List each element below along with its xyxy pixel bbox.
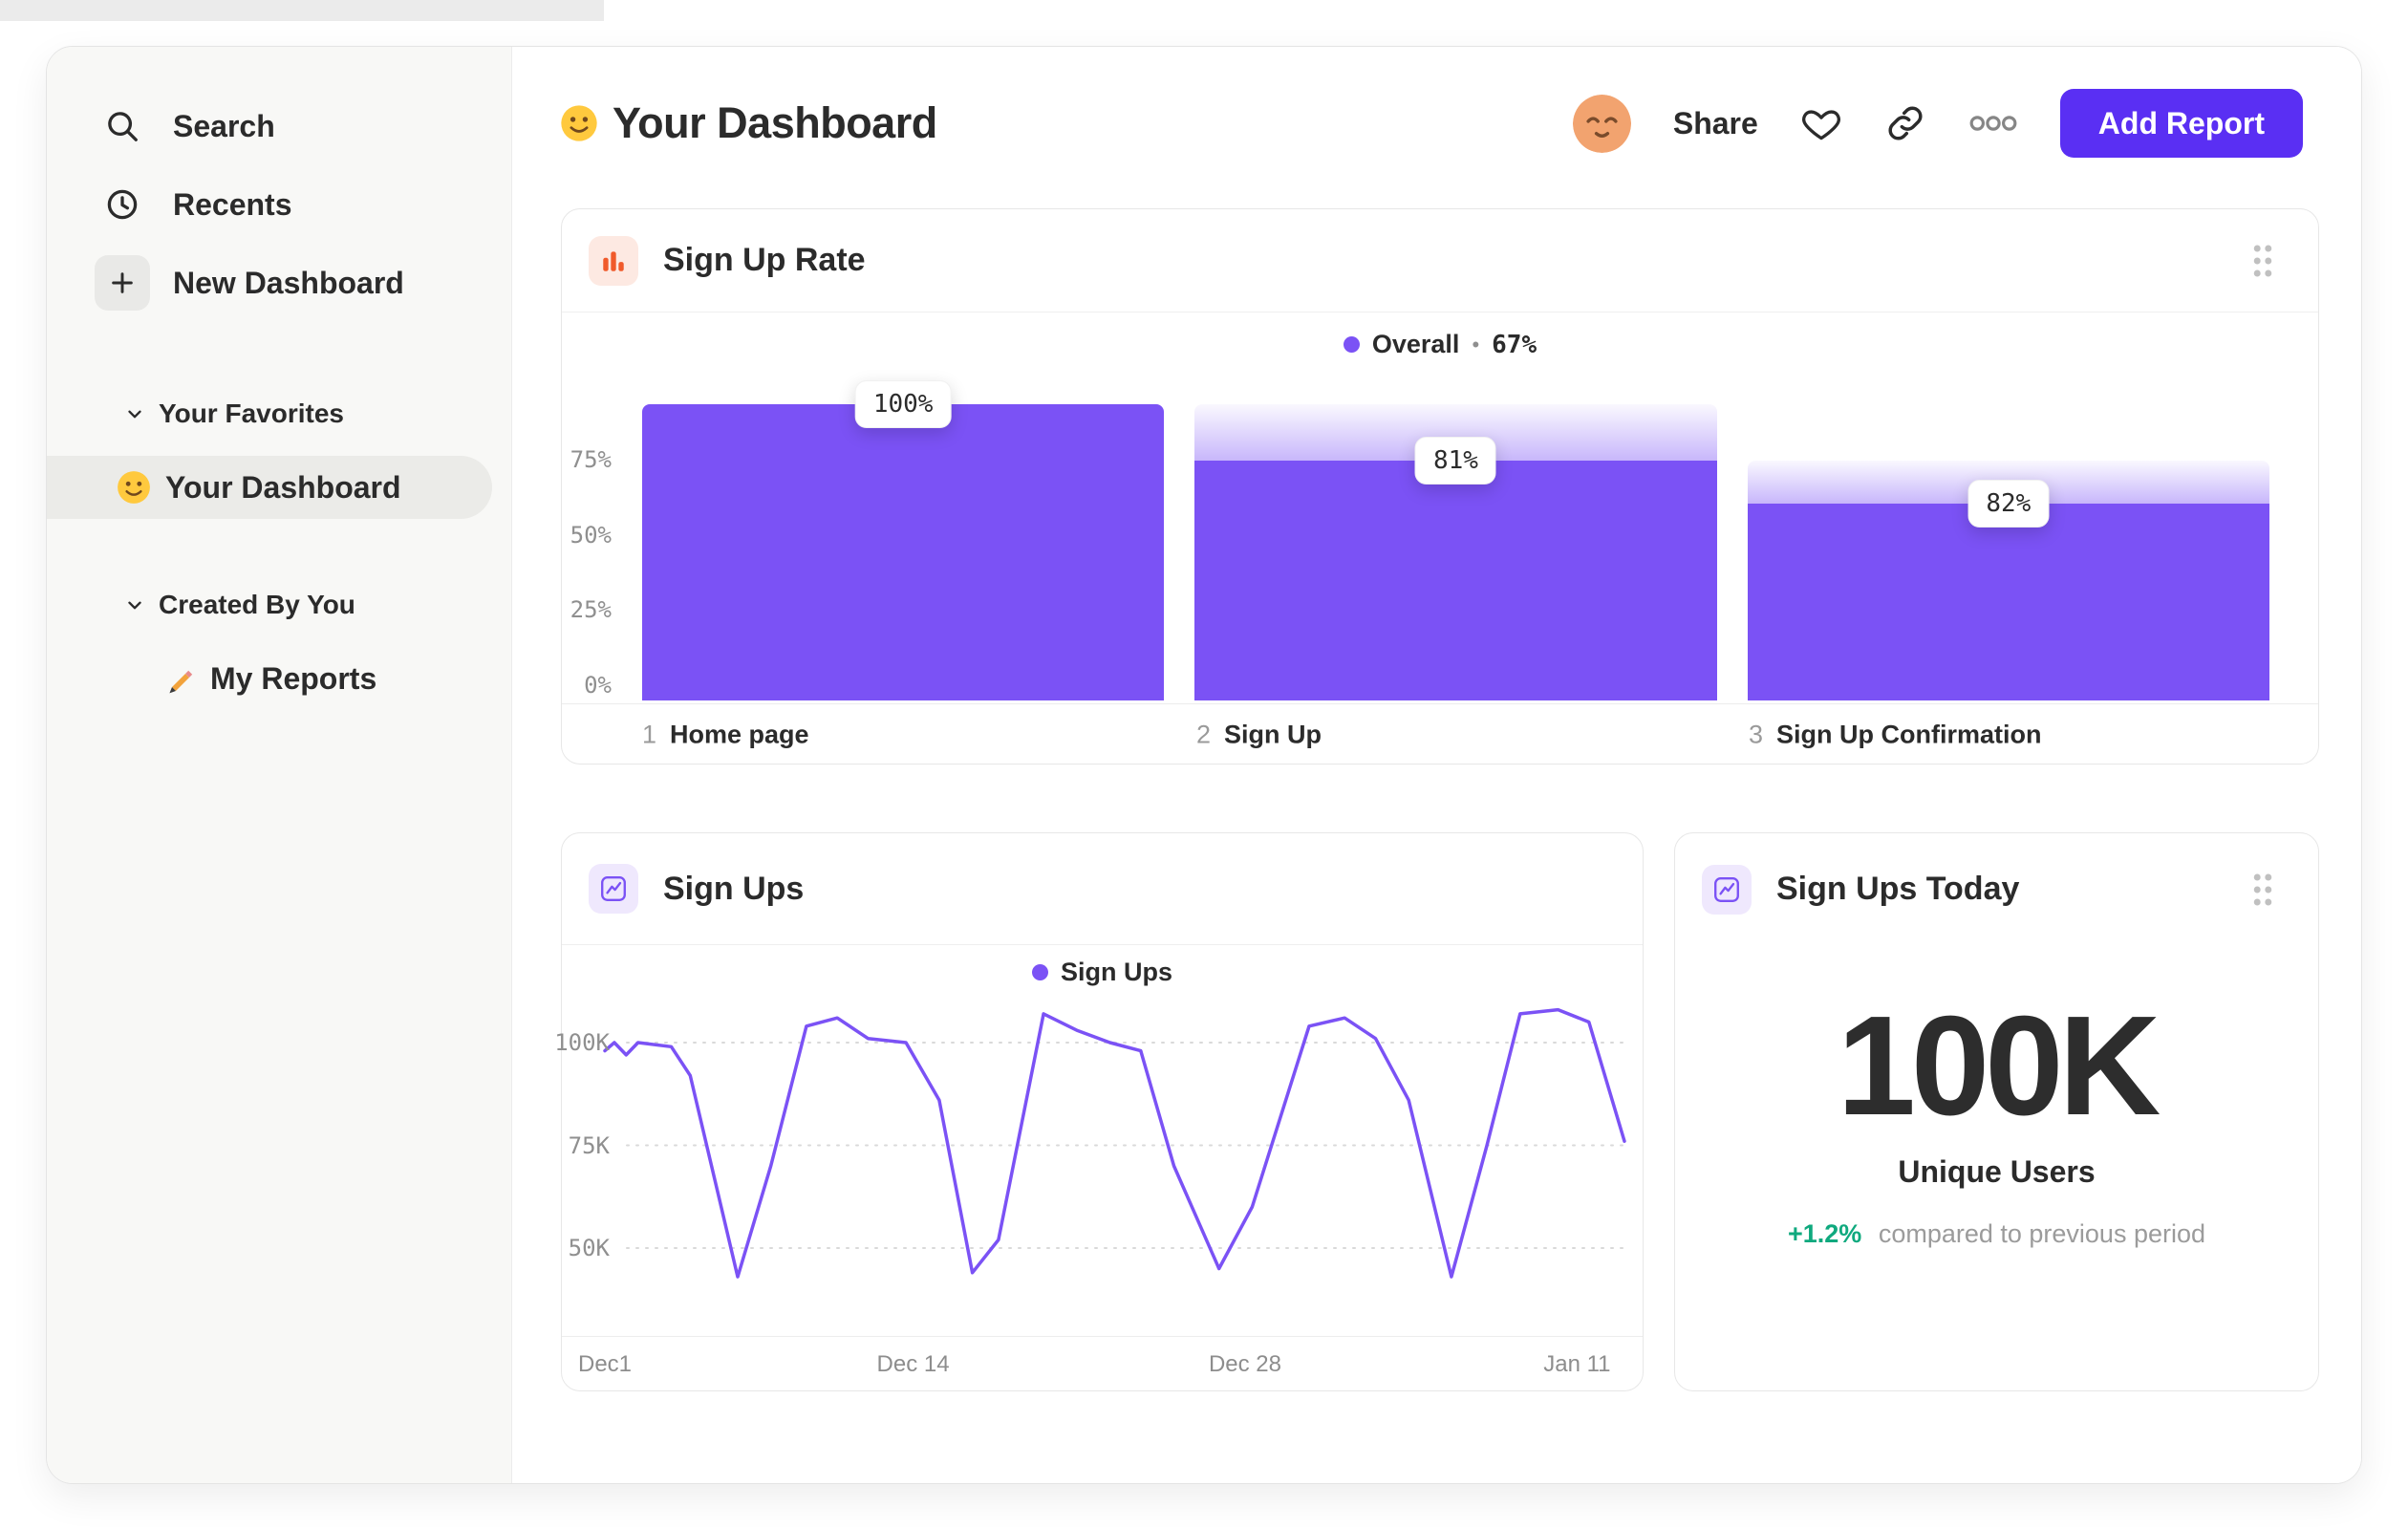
sidebar-item-my-reports[interactable]: My Reports <box>47 645 511 712</box>
legend-separator: • <box>1472 332 1480 356</box>
line-chart-plot[interactable]: 100K 75K 50K <box>554 1001 1627 1336</box>
app-window: Search Recents New Dashboard Your Favori… <box>46 46 2362 1484</box>
sidebar: Search Recents New Dashboard Your Favori… <box>47 47 512 1483</box>
more-options-button[interactable] <box>1968 114 2018 133</box>
y-axis-label: 50K <box>568 1235 610 1261</box>
signups-line-series <box>603 1007 1626 1279</box>
favorite-heart-button[interactable] <box>1800 102 1842 144</box>
line-legend: Sign Ups <box>562 945 1643 999</box>
user-avatar[interactable] <box>1572 94 1631 153</box>
sidebar-item-label: Search <box>173 108 275 143</box>
heart-icon <box>1801 110 1840 140</box>
conversion-tooltip: 81% <box>1415 436 1496 485</box>
funnel-step-label: 1 Home page <box>642 720 809 749</box>
y-axis-label: 75% <box>570 446 612 473</box>
funnel-bar-fill <box>1747 504 2269 700</box>
clock-icon <box>95 186 150 223</box>
bar-chart-icon <box>589 235 638 286</box>
funnel-bar-fill <box>642 404 1165 700</box>
sidebar-item-label: New Dashboard <box>173 265 404 300</box>
y-axis-label: 0% <box>584 672 612 699</box>
section-title: Your Favorites <box>159 398 344 428</box>
funnel-bar-fill <box>1194 460 1717 700</box>
share-button[interactable]: Share <box>1673 106 1758 141</box>
ellipsis-icon <box>1969 116 2017 131</box>
sidebar-item-new-dashboard[interactable]: New Dashboard <box>47 244 511 322</box>
x-axis-label: Dec 28 <box>1208 1351 1281 1377</box>
kpi-label: Unique Users <box>1898 1154 2096 1189</box>
line-x-axis: Dec1 Dec 14 Dec 28 Jan 11 <box>562 1336 1643 1392</box>
kpi-value: 100K <box>1837 987 2161 1145</box>
favorites-section-header[interactable]: Your Favorites <box>47 385 511 442</box>
legend-label: Overall <box>1371 330 1460 358</box>
drag-handle-icon[interactable] <box>2250 872 2275 908</box>
card-title: Sign Ups Today <box>1776 871 2020 907</box>
sidebar-item-label: Your Dashboard <box>165 469 401 505</box>
y-axis-label: 75K <box>568 1131 610 1159</box>
search-icon <box>95 108 150 144</box>
smiley-face-icon <box>561 105 597 141</box>
add-report-button[interactable]: Add Report <box>2059 89 2303 158</box>
funnel-x-axis: 1 Home page 2 Sign Up 3 Sign Up Confirmation <box>562 703 2318 765</box>
card-header: Sign Up Rate <box>562 209 2318 312</box>
y-axis-label: 25% <box>570 596 612 623</box>
funnel-step-label: 3 Sign Up Confirmation <box>1749 720 2042 749</box>
funnel-bars: 100% 81% 82% <box>642 380 2269 700</box>
signups-card: Sign Ups Sign Ups 100K 75K 50K Dec1 Dec 14 D… <box>554 832 1644 1392</box>
funnel-bar-1[interactable]: 100% <box>642 380 1165 700</box>
legend-label: Sign Ups <box>1060 957 1172 986</box>
card-title: Sign Ups <box>663 870 805 907</box>
section-title: Created By You <box>159 590 355 619</box>
funnel-legend: Overall • 67% <box>562 312 2318 377</box>
legend-dot <box>1031 963 1048 980</box>
kpi-delta-note: compared to previous period <box>1878 1219 2206 1248</box>
line-chart-svg <box>603 1007 1626 1279</box>
sidebar-item-search[interactable]: Search <box>47 87 511 165</box>
smiley-face-icon <box>118 471 150 504</box>
y-axis-label: 50% <box>570 522 612 549</box>
sidebar-item-label: Recents <box>173 186 292 222</box>
pencil-icon <box>169 670 193 694</box>
sidebar-item-your-dashboard[interactable]: Your Dashboard <box>47 456 492 519</box>
sidebar-item-recents[interactable]: Recents <box>47 165 511 244</box>
card-title: Sign Up Rate <box>663 242 866 278</box>
plus-icon <box>95 255 150 311</box>
signup-rate-card: Sign Up Rate Overall • 67% 75% 50% 25% 0% 1… <box>561 208 2319 764</box>
card-header: Sign Ups <box>562 833 1643 945</box>
signups-today-card: Sign Ups Today 100K Unique Users +1.2% c… <box>1674 832 2319 1391</box>
x-axis-label: Dec 14 <box>876 1351 950 1377</box>
copy-link-button[interactable] <box>1884 102 1926 144</box>
topbar: Your Dashboard Share Add Report <box>512 85 2361 162</box>
funnel-bar-2[interactable]: 81% <box>1194 404 1717 700</box>
created-section-header[interactable]: Created By You <box>47 576 511 634</box>
chevron-down-icon <box>128 410 141 419</box>
drag-handle-icon[interactable] <box>2250 243 2275 279</box>
sidebar-item-label: My Reports <box>210 660 377 696</box>
funnel-bar-3[interactable]: 82% <box>1747 460 2269 700</box>
topbar-actions: Share Add Report <box>1572 85 2303 162</box>
page-title: Your Dashboard <box>613 98 937 147</box>
x-axis-label: Dec1 <box>577 1351 633 1377</box>
conversion-tooltip: 82% <box>1967 480 2050 528</box>
background-window-edge <box>0 0 604 21</box>
legend-value: 67% <box>1492 330 1537 359</box>
kpi-delta-row: +1.2% compared to previous period <box>1675 1219 2318 1249</box>
line-chart-icon <box>589 864 638 914</box>
kpi-delta: +1.2% <box>1787 1219 1862 1248</box>
card-header: Sign Ups Today <box>1675 833 2318 945</box>
page-title-group: Your Dashboard <box>559 85 937 162</box>
x-axis-label: Jan 11 <box>1543 1351 1611 1377</box>
funnel-step-label: 2 Sign Up <box>1196 720 1322 749</box>
conversion-tooltip: 100% <box>854 380 952 428</box>
main-content: Your Dashboard Share Add Report Sign Up … <box>512 47 2361 1483</box>
link-icon <box>1888 106 1923 140</box>
chevron-down-icon <box>128 601 141 610</box>
legend-dot <box>1343 336 1360 353</box>
y-axis-label: 100K <box>554 1029 610 1056</box>
line-chart-icon <box>1702 864 1752 915</box>
